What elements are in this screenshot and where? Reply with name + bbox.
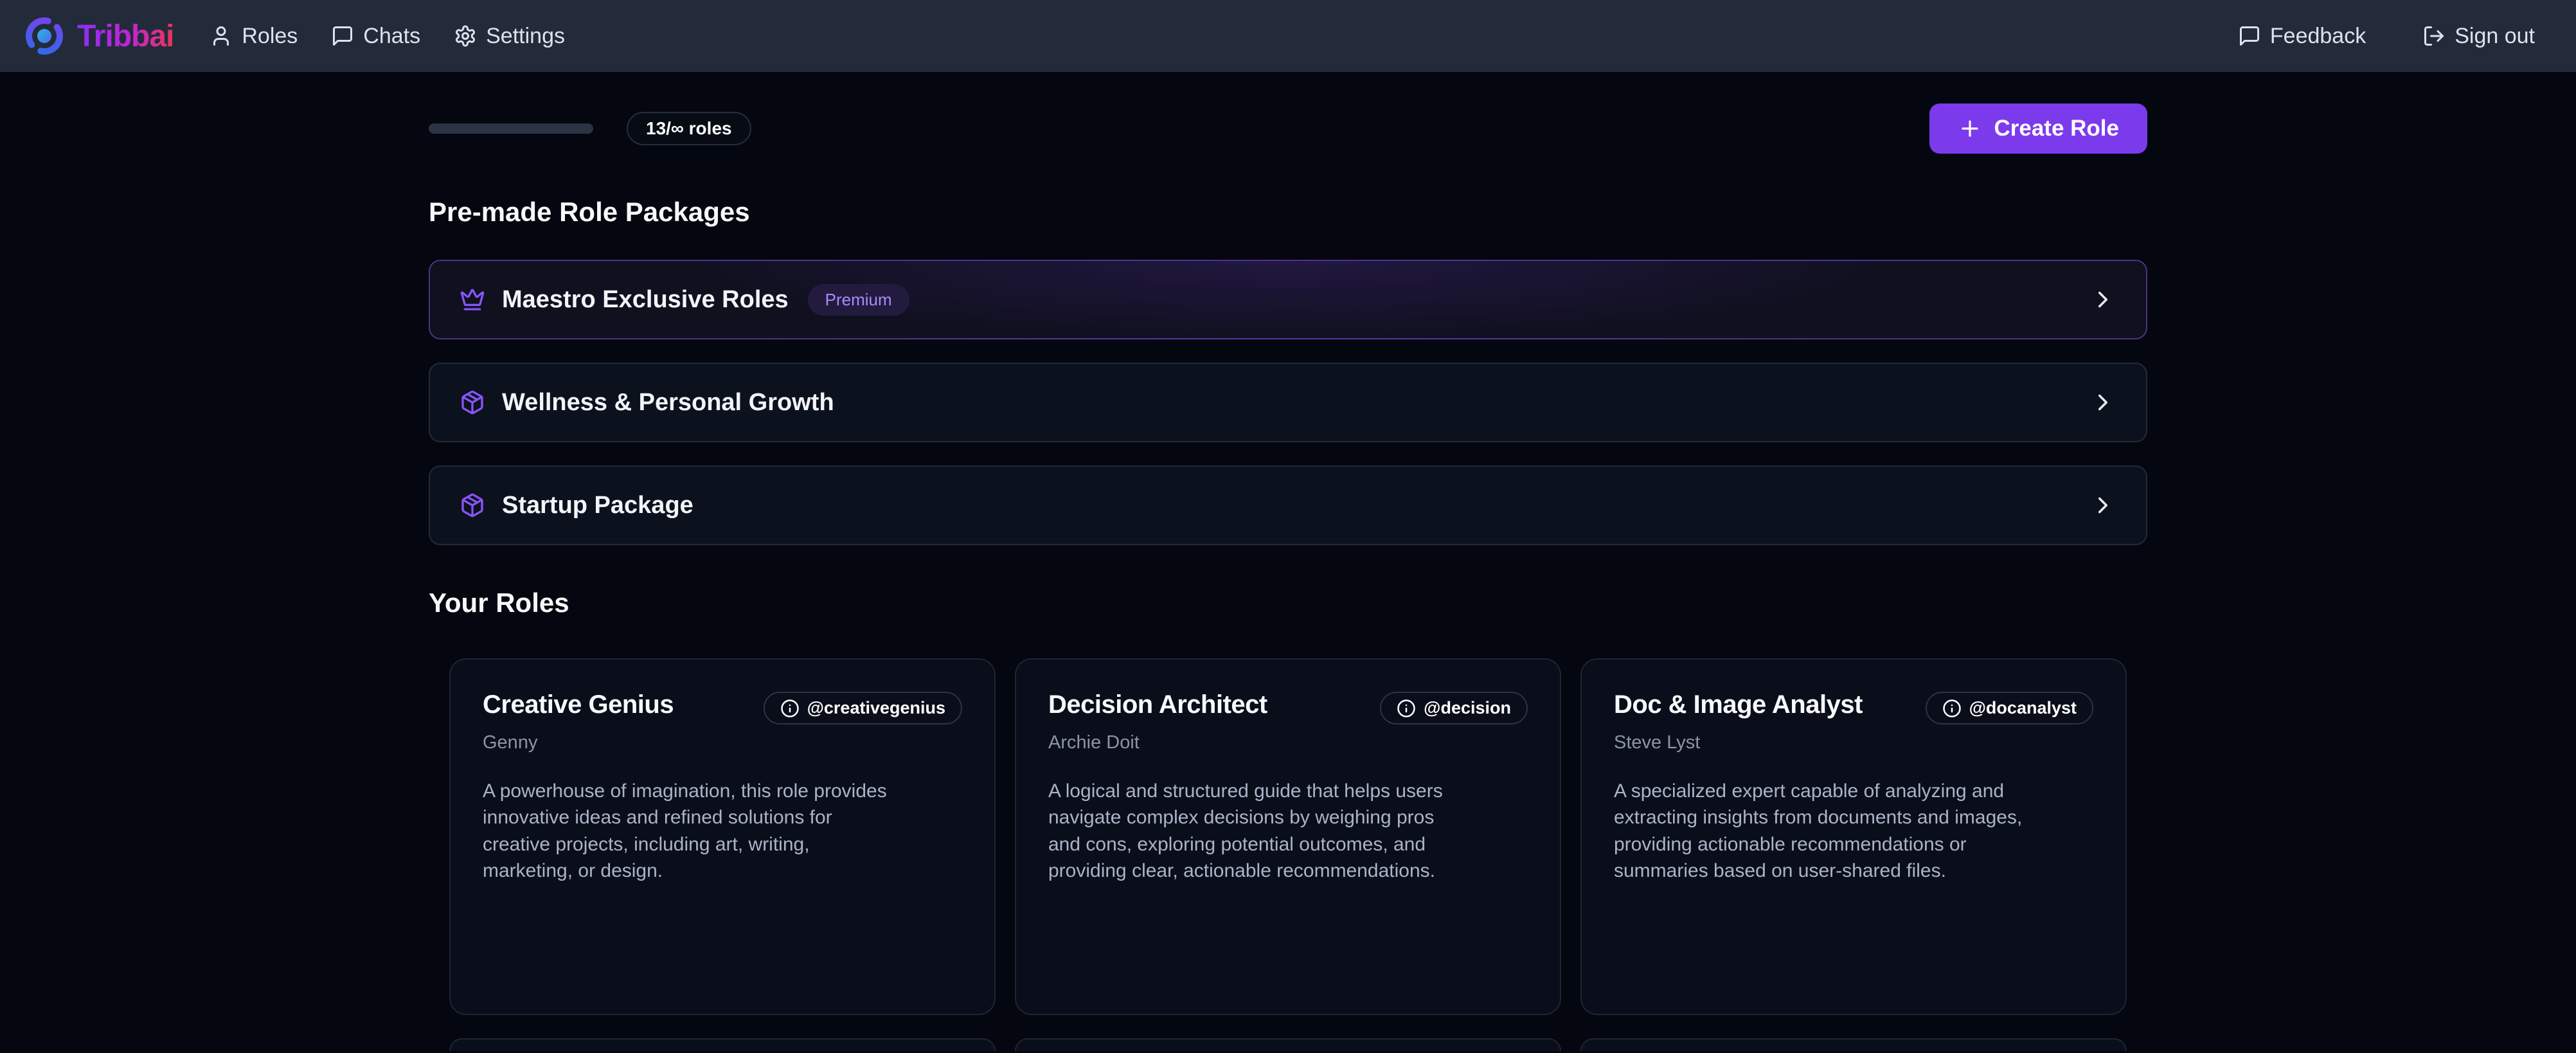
role-card-partial[interactable] <box>449 1038 996 1051</box>
roles-page: Tribbai Roles Chats Settings Feedback <box>0 0 2576 1053</box>
info-icon <box>780 699 800 718</box>
role-title: Doc & Image Analyst <box>1614 690 1863 719</box>
navbar-right: Feedback Sign out <box>2238 24 2535 49</box>
sign-out-button[interactable]: Sign out <box>2422 24 2535 49</box>
brand-name: Tribbai <box>77 19 174 54</box>
role-card-doc-image-analyst[interactable]: Doc & Image Analyst @docanalyst Steve Ly… <box>1580 658 2127 1015</box>
role-card-creative-genius[interactable]: Creative Genius @creativegenius Genny A … <box>449 658 996 1015</box>
roles-count-badge: 13/∞ roles <box>627 112 751 145</box>
tribbai-logo-icon <box>23 15 66 57</box>
package-name: Wellness & Personal Growth <box>502 389 834 417</box>
primary-nav: Roles Chats Settings <box>210 24 565 49</box>
role-handle: @creativegenius <box>807 698 945 718</box>
your-roles-title: Your Roles <box>429 588 2147 618</box>
role-card-decision-architect[interactable]: Decision Architect @decision Archie Doit… <box>1015 658 1561 1015</box>
role-card-partial[interactable] <box>1015 1038 1561 1051</box>
package-name: Startup Package <box>502 492 693 519</box>
chevron-right-icon <box>2089 286 2116 313</box>
crown-icon <box>460 287 485 312</box>
brand-logo-link[interactable]: Tribbai <box>23 15 174 57</box>
nav-item-settings[interactable]: Settings <box>454 24 565 49</box>
create-role-button[interactable]: Create Role <box>1929 104 2147 154</box>
info-icon <box>1942 699 1962 718</box>
sign-out-label: Sign out <box>2455 24 2535 49</box>
user-icon <box>210 24 233 48</box>
chevron-right-icon <box>2089 492 2116 519</box>
role-handle: @decision <box>1424 698 1511 718</box>
package-row-startup[interactable]: Startup Package <box>429 465 2147 545</box>
chat-bubble-icon <box>331 24 354 48</box>
roles-toolbar: 13/∞ roles Create Role <box>429 103 2147 154</box>
role-handle-badge[interactable]: @decision <box>1380 692 1528 724</box>
role-handle-badge[interactable]: @creativegenius <box>764 692 962 724</box>
role-handle: @docanalyst <box>1969 698 2077 718</box>
chat-bubble-icon <box>2238 24 2261 48</box>
package-row-wellness[interactable]: Wellness & Personal Growth <box>429 363 2147 442</box>
premium-badge: Premium <box>808 284 909 316</box>
role-subtitle: Genny <box>483 732 962 753</box>
chevron-right-icon <box>2089 389 2116 416</box>
package-row-maestro[interactable]: Maestro Exclusive Roles Premium <box>429 260 2147 339</box>
card-header: Creative Genius @creativegenius <box>483 690 962 724</box>
feedback-button[interactable]: Feedback <box>2238 24 2366 49</box>
nav-item-roles[interactable]: Roles <box>210 24 298 49</box>
logout-icon <box>2422 24 2446 48</box>
nav-item-label: Roles <box>242 24 298 49</box>
plus-icon <box>1958 116 1982 141</box>
package-icon <box>460 390 485 415</box>
nav-item-chats[interactable]: Chats <box>331 24 420 49</box>
role-cards-grid: Creative Genius @creativegenius Genny A … <box>449 658 2127 1015</box>
top-navbar: Tribbai Roles Chats Settings Feedback <box>0 0 2576 72</box>
gear-icon <box>454 24 477 48</box>
role-card-partial[interactable] <box>1580 1038 2127 1051</box>
role-subtitle: Steve Lyst <box>1614 732 2093 753</box>
main-content: 13/∞ roles Create Role Pre-made Role Pac… <box>429 72 2147 1051</box>
feedback-label: Feedback <box>2270 24 2366 49</box>
role-description: A logical and structured guide that help… <box>1048 778 1460 885</box>
create-role-label: Create Role <box>1994 116 2119 141</box>
role-description: A powerhouse of imagination, this role p… <box>483 778 894 885</box>
package-name: Maestro Exclusive Roles <box>502 286 789 314</box>
roles-progress-bar <box>429 123 593 134</box>
role-title: Decision Architect <box>1048 690 1267 719</box>
premade-packages-title: Pre-made Role Packages <box>429 197 2147 228</box>
info-icon <box>1397 699 1416 718</box>
package-icon <box>460 492 485 518</box>
role-handle-badge[interactable]: @docanalyst <box>1926 692 2093 724</box>
role-cards-grid-row2 <box>449 1038 2127 1051</box>
nav-item-label: Settings <box>486 24 565 49</box>
nav-item-label: Chats <box>363 24 420 49</box>
role-title: Creative Genius <box>483 690 674 719</box>
card-header: Decision Architect @decision <box>1048 690 1528 724</box>
card-header: Doc & Image Analyst @docanalyst <box>1614 690 2093 724</box>
role-subtitle: Archie Doit <box>1048 732 1528 753</box>
role-description: A specialized expert capable of analyzin… <box>1614 778 2025 885</box>
